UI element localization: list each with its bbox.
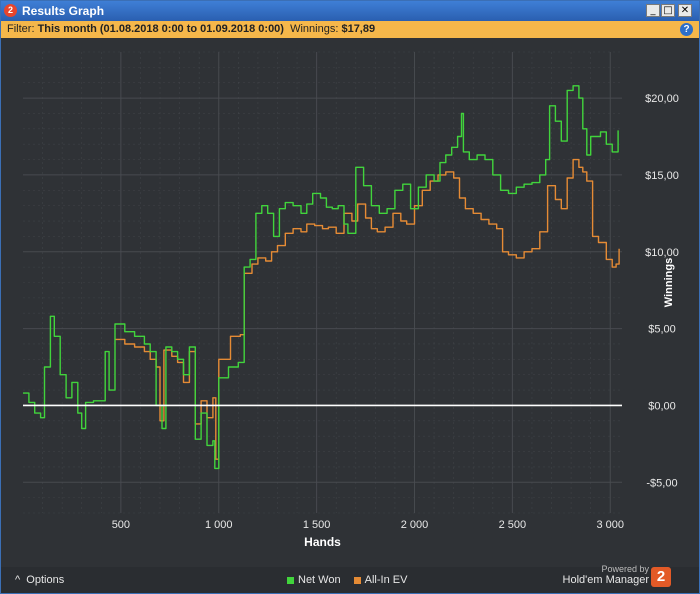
chevron-up-icon: ^ [15,574,21,586]
help-icon[interactable]: ? [680,23,693,36]
x-tick-label: 1 500 [303,519,331,531]
x-tick-label: 2 500 [499,519,527,531]
y-tick-label: $15,00 [645,170,679,182]
legend-item-all-in-ev[interactable]: All-In EV [353,574,408,586]
maximize-button[interactable]: □ [661,4,675,17]
y-tick-label: $20,00 [645,93,679,105]
y-tick-label: $0,00 [648,400,676,412]
x-tick-label: 1 000 [205,519,233,531]
brand-name: Hold'em Manager [562,574,649,586]
legend-label-net-won: Net Won [298,574,341,586]
hem-logo-icon: 2 [651,567,671,587]
legend-swatch-net-won [287,576,294,584]
legend-item-net-won[interactable]: Net Won [287,574,341,586]
title-bar[interactable]: 2 Results Graph _ □ ✕ [1,1,699,21]
close-button[interactable]: ✕ [678,4,692,17]
minimize-button[interactable]: _ [646,4,660,17]
filter-bar[interactable]: Filter: This month (01.08.2018 0:00 to 0… [1,21,699,38]
legend: Net Won All-In EV [287,574,417,586]
y-axis-label: Winnings [663,258,675,307]
x-tick-label: 3 000 [596,519,624,531]
x-axis-label: Hands [304,535,341,549]
results-chart: 500 1 000 1 500 2 000 2 500 3 000 -$5,00 $0,00… [1,38,699,567]
results-graph-window: 2 Results Graph _ □ ✕ Filter: This month… [0,0,700,594]
winnings-value: $17,89 [341,23,376,35]
y-tick-label: $5,00 [648,324,676,336]
filter-value[interactable]: This month (01.08.2018 0:00 to 01.09.201… [38,23,284,35]
app-logo-icon: 2 [4,4,17,17]
legend-label-all-in-ev: All-In EV [364,574,408,586]
options-label: Options [26,574,65,586]
filter-prefix: Filter: [7,23,35,35]
y-tick-label: $10,00 [645,247,679,259]
options-button[interactable]: ^ Options [15,574,64,586]
legend-swatch-all-in-ev [353,576,361,584]
x-tick-label: 500 [112,519,130,531]
x-tick-label: 2 000 [401,519,429,531]
powered-by: Powered by Hold'em Manager [563,564,649,586]
winnings-label: Winnings: [290,23,339,35]
y-tick-label: -$5,00 [646,477,677,489]
window-title: Results Graph [22,4,105,18]
filter-text: Filter: This month (01.08.2018 0:00 to 0… [7,23,375,35]
footer-bar: ^ Options Net Won All-In EV Powered by H… [1,564,699,593]
